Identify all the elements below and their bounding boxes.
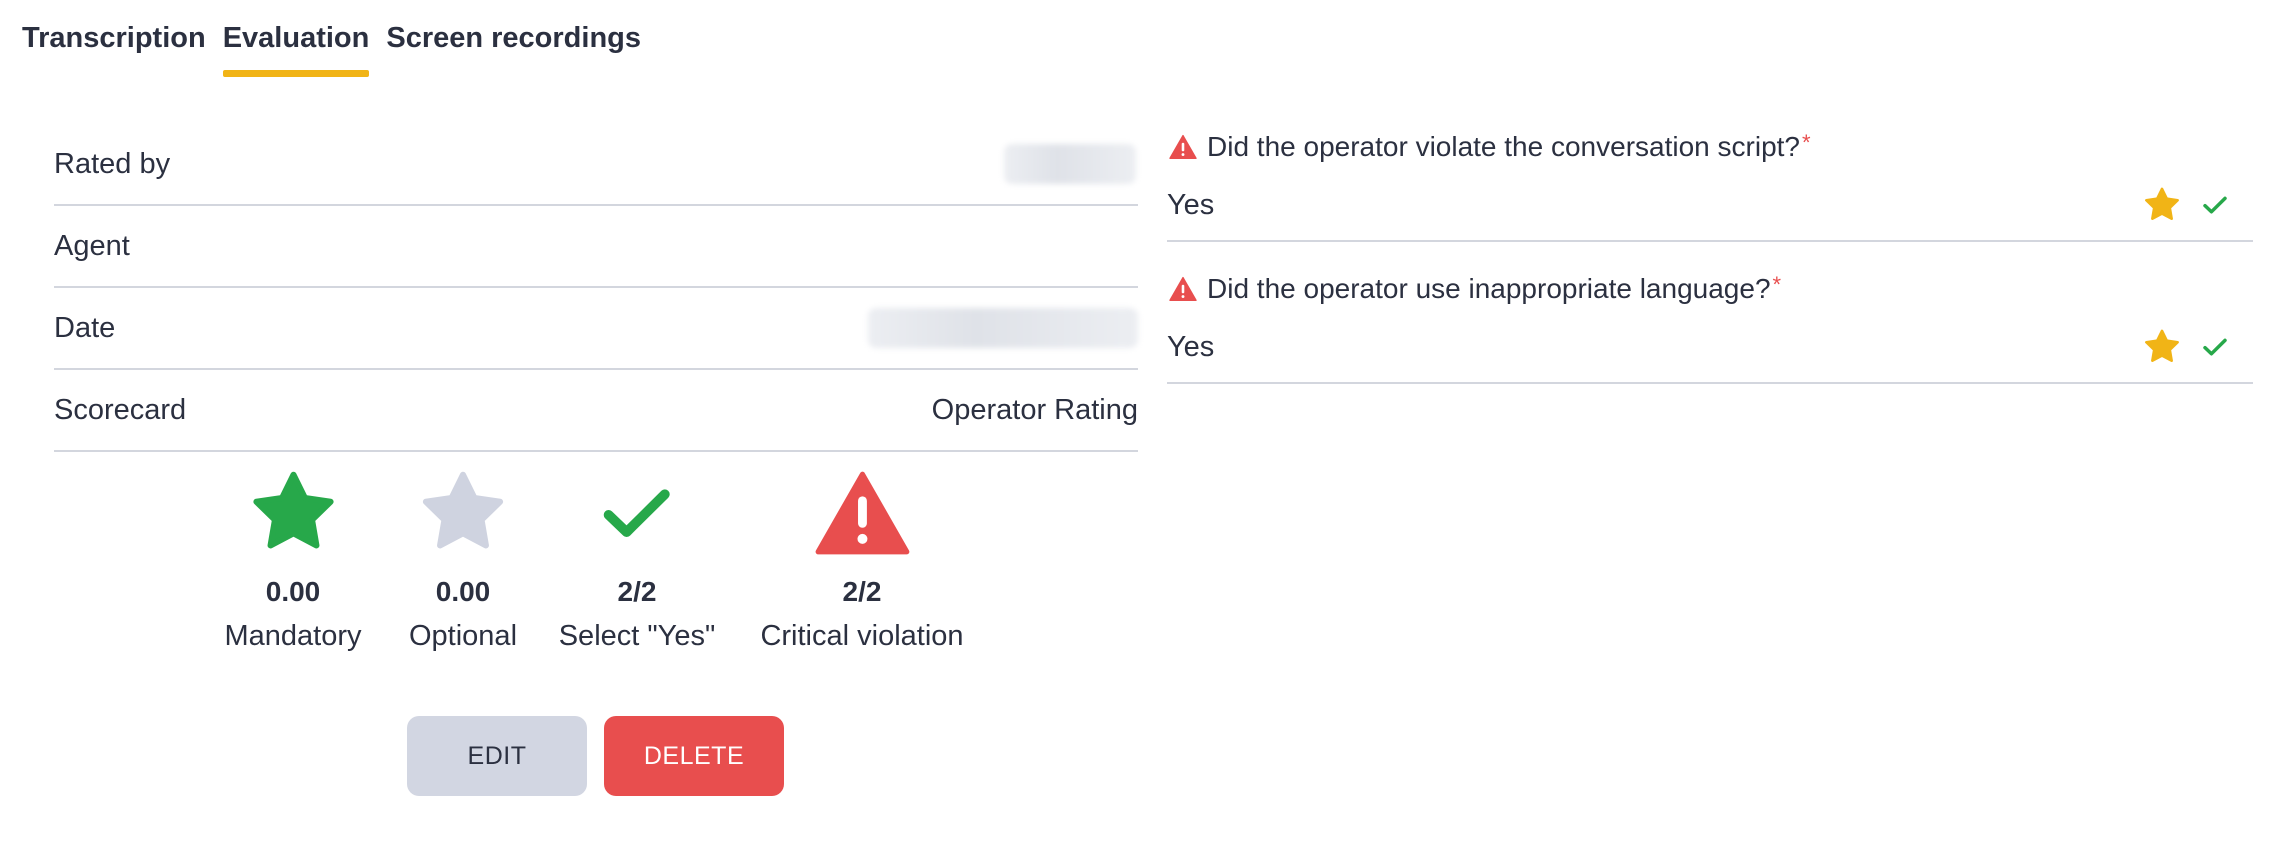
tab-bar: Transcription Evaluation Screen recordin…	[22, 22, 641, 77]
evaluation-info-table: Rated by Agent Date Scorecard Operator R…	[54, 124, 1138, 452]
question-item: Did the operator use inappropriate langu…	[1167, 266, 2253, 384]
question-list: Did the operator violate the conversatio…	[1167, 124, 2253, 408]
question-answer-row: Yes	[1167, 312, 2253, 384]
question-item: Did the operator violate the conversatio…	[1167, 124, 2253, 242]
edit-button[interactable]: EDIT	[407, 716, 587, 796]
agent-row: Agent	[54, 206, 1138, 288]
delete-button[interactable]: DELETE	[604, 716, 784, 796]
stat-select-yes: 2/2 Select "Yes"	[558, 468, 716, 653]
question-title: Did the operator use inappropriate langu…	[1207, 273, 1771, 304]
select-yes-value: 2/2	[617, 576, 657, 607]
green-check-icon	[604, 489, 670, 537]
required-marker: *	[1772, 272, 1782, 297]
warning-icon	[1169, 134, 1197, 160]
stat-critical-violation: 2/2 Critical violation	[760, 468, 964, 653]
mandatory-label: Mandatory	[224, 620, 362, 652]
scorecard-row: Scorecard Operator Rating	[54, 370, 1138, 452]
agent-label: Agent	[54, 229, 130, 262]
question-title: Did the operator violate the conversatio…	[1207, 131, 1800, 162]
optional-label: Optional	[408, 620, 518, 652]
tab-evaluation[interactable]: Evaluation	[222, 22, 369, 77]
rated-by-row: Rated by	[54, 124, 1138, 206]
gray-star-icon	[422, 471, 504, 549]
check-icon	[2203, 338, 2227, 356]
gold-star-icon	[2145, 187, 2179, 220]
date-label: Date	[54, 311, 116, 344]
warning-icon	[1169, 276, 1197, 302]
critical-violation-label: Critical violation	[760, 620, 964, 652]
question-answer: Yes	[1167, 188, 1215, 221]
stat-mandatory: 0.00 Mandatory	[224, 468, 362, 653]
rated-by-value-redacted	[1004, 144, 1136, 184]
green-star-icon	[252, 471, 334, 549]
critical-violation-value: 2/2	[842, 576, 882, 607]
rated-by-label: Rated by	[54, 147, 171, 180]
question-answer-row: Yes	[1167, 170, 2253, 242]
gold-star-icon	[2145, 329, 2179, 362]
answer-icons	[2143, 186, 2231, 224]
scorecard-value: Operator Rating	[931, 393, 1138, 426]
scorecard-label: Scorecard	[54, 393, 187, 426]
tab-transcription[interactable]: Transcription	[22, 22, 206, 67]
stat-optional: 0.00 Optional	[409, 468, 517, 653]
question-title-row: Did the operator violate the conversatio…	[1167, 124, 2253, 170]
question-answer: Yes	[1167, 330, 1215, 363]
question-title-row: Did the operator use inappropriate langu…	[1167, 266, 2253, 312]
check-icon	[2203, 196, 2227, 214]
date-row: Date	[54, 288, 1138, 370]
select-yes-label: Select "Yes"	[558, 620, 716, 652]
tab-screen-recordings[interactable]: Screen recordings	[386, 22, 641, 67]
optional-value: 0.00	[435, 576, 491, 607]
date-value-redacted	[868, 308, 1138, 348]
red-warning-icon	[815, 471, 909, 555]
mandatory-value: 0.00	[265, 576, 321, 607]
answer-icons	[2143, 328, 2231, 366]
required-marker: *	[1802, 130, 1811, 155]
